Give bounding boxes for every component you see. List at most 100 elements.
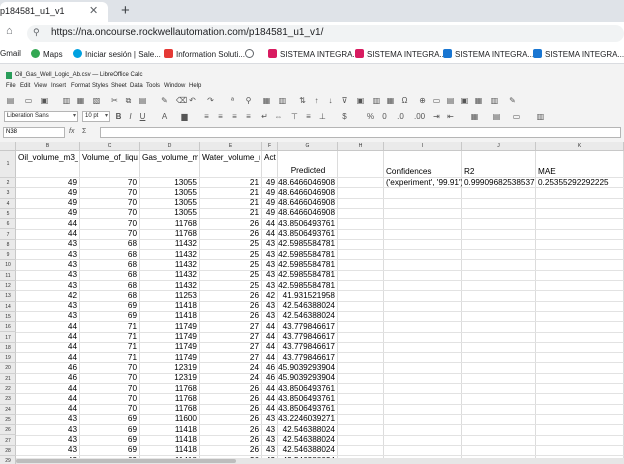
data-cell-b[interactable]: 43 [16, 311, 77, 321]
data-cell-f[interactable]: 49 [262, 178, 275, 188]
select-all-corner[interactable] [0, 142, 16, 151]
sort-ascending-icon[interactable]: ↑ [312, 96, 321, 105]
data-cell-f[interactable]: 44 [262, 332, 275, 342]
column-header-i[interactable]: I [384, 142, 462, 151]
data-cell-f[interactable]: 43 [262, 239, 275, 249]
data-cell-b[interactable]: 44 [16, 219, 77, 229]
data-cell-e[interactable]: 25 [200, 260, 259, 270]
data-cell-g[interactable]: 42.5985584781 [278, 281, 335, 291]
highlight-icon[interactable]: ▆ [180, 112, 189, 121]
add-decimal-icon[interactable]: .0 [396, 112, 405, 121]
data-cell-b[interactable]: 44 [16, 229, 77, 239]
data-cell-b[interactable]: 46 [16, 363, 77, 373]
data-cell-c[interactable]: 71 [80, 332, 137, 342]
url-text[interactable]: https://na.oncourse.rockwellautomation.c… [51, 27, 323, 38]
save-icon[interactable]: ▣ [40, 96, 49, 105]
data-cell-e[interactable]: 21 [200, 208, 259, 218]
wrap-text-icon[interactable]: ↵ [260, 112, 269, 121]
data-cell-g[interactable]: 43.8506493761 [278, 404, 335, 414]
special-character-icon[interactable]: Ω [400, 96, 409, 105]
italic-icon[interactable]: I [126, 112, 135, 121]
function-wizard-icon[interactable]: fx [69, 128, 74, 135]
data-cell-g[interactable]: 42.546388024 [278, 311, 335, 321]
data-cell-b[interactable]: 44 [16, 384, 77, 394]
bookmark-globe[interactable] [245, 49, 257, 59]
chart-icon[interactable]: ▥ [372, 96, 381, 105]
data-cell-d[interactable]: 11418 [140, 425, 197, 435]
data-cell-d[interactable]: 11749 [140, 332, 197, 342]
data-cell-d[interactable]: 11418 [140, 311, 197, 321]
data-cell-d[interactable]: 12319 [140, 363, 197, 373]
data-cell-d[interactable]: 11418 [140, 301, 197, 311]
data-cell-b[interactable]: 43 [16, 239, 77, 249]
data-cell-g[interactable]: 42.5985584781 [278, 239, 335, 249]
data-cell-d[interactable]: 11432 [140, 260, 197, 270]
data-cell-b[interactable]: 49 [16, 178, 77, 188]
data-cell-c[interactable]: 70 [80, 178, 137, 188]
data-cell-e[interactable]: 25 [200, 281, 259, 291]
clone-formatting-icon[interactable]: ✎ [160, 96, 169, 105]
data-cell-c[interactable]: 69 [80, 301, 137, 311]
align-right-icon[interactable]: ≡ [230, 112, 239, 121]
pivot-table-icon[interactable]: ▦ [386, 96, 395, 105]
close-tab-icon[interactable]: ✕ [89, 4, 98, 17]
data-cell-d[interactable]: 13055 [140, 198, 197, 208]
data-cell-g[interactable]: 45.9039293904 [278, 373, 335, 383]
borders-icon[interactable]: ▦ [470, 112, 479, 121]
data-cell-e[interactable]: 26 [200, 414, 259, 424]
increase-indent-icon[interactable]: ⇥ [432, 112, 441, 121]
data-cell-f[interactable]: 43 [262, 435, 275, 445]
data-cell-f[interactable]: 44 [262, 322, 275, 332]
data-cell-f[interactable]: 46 [262, 363, 275, 373]
data-cell-e[interactable]: 27 [200, 353, 259, 363]
decrease-indent-icon[interactable]: ⇤ [446, 112, 455, 121]
new-icon[interactable]: ▤ [6, 96, 15, 105]
autofilter-icon[interactable]: ⊽ [340, 96, 349, 105]
redo-icon[interactable]: ↷ [206, 96, 215, 105]
data-cell-c[interactable]: 70 [80, 404, 137, 414]
data-cell-b[interactable]: 43 [16, 270, 77, 280]
header-cell-b[interactable]: Oil_volume_m3_per_day [18, 152, 78, 177]
data-cell-g[interactable]: 48.6466046908 [278, 198, 335, 208]
data-cell-c[interactable]: 70 [80, 394, 137, 404]
data-cell-f[interactable]: 43 [262, 311, 275, 321]
menu-view[interactable]: View [34, 83, 47, 89]
font-size-box[interactable]: 10 pt ▾ [82, 111, 110, 122]
column-header-k[interactable]: K [536, 142, 624, 151]
data-cell-b[interactable]: 44 [16, 342, 77, 352]
data-cell-d[interactable]: 11600 [140, 414, 197, 424]
column-icon[interactable]: ▥ [278, 96, 287, 105]
bookmark-sistema-1[interactable]: SISTEMA INTEGRA... [268, 49, 359, 59]
data-cell-g[interactable]: 43.779846617 [278, 332, 335, 342]
data-cell-g[interactable]: 43.779846617 [278, 322, 335, 332]
data-cell-b[interactable]: 43 [16, 250, 77, 260]
header-cell-d[interactable]: Gas_volume_m3_per_day [142, 152, 198, 177]
data-cell-g[interactable]: 42.5985584781 [278, 250, 335, 260]
spelling-icon[interactable]: ª [228, 96, 237, 105]
data-cell-f[interactable]: 44 [262, 384, 275, 394]
data-cell-d[interactable]: 11418 [140, 435, 197, 445]
data-cell-c[interactable]: 70 [80, 198, 137, 208]
number-format-icon[interactable]: 0 [380, 112, 389, 121]
data-cell-e[interactable]: 26 [200, 311, 259, 321]
data-cell-d[interactable]: 11432 [140, 250, 197, 260]
data-cell-d[interactable]: 11418 [140, 445, 197, 455]
conditional-format-icon[interactable]: ▥ [536, 112, 545, 121]
data-cell-f[interactable]: 43 [262, 425, 275, 435]
header-cell-i[interactable]: Confidences [386, 166, 460, 177]
data-cell-f[interactable]: 49 [262, 198, 275, 208]
sum-icon[interactable]: Σ [82, 128, 86, 135]
data-cell-f[interactable]: 43 [262, 260, 275, 270]
hyperlink-icon[interactable]: ⊕ [418, 96, 427, 105]
percent-icon[interactable]: % [366, 112, 375, 121]
data-cell-f[interactable]: 49 [262, 208, 275, 218]
show-draw-functions-icon[interactable]: ✎ [508, 96, 517, 105]
bookmark-salesforce[interactable]: Iniciar sesión | Sale... [73, 49, 161, 59]
data-cell-g[interactable]: 43.8506493761 [278, 394, 335, 404]
data-cell-c[interactable]: 68 [80, 260, 137, 270]
data-cell-f[interactable]: 42 [262, 291, 275, 301]
paste-icon[interactable]: ▤ [138, 96, 147, 105]
data-cell-d[interactable]: 11432 [140, 239, 197, 249]
data-cell-g[interactable]: 42.546388024 [278, 425, 335, 435]
name-box[interactable]: N38 [3, 127, 65, 138]
